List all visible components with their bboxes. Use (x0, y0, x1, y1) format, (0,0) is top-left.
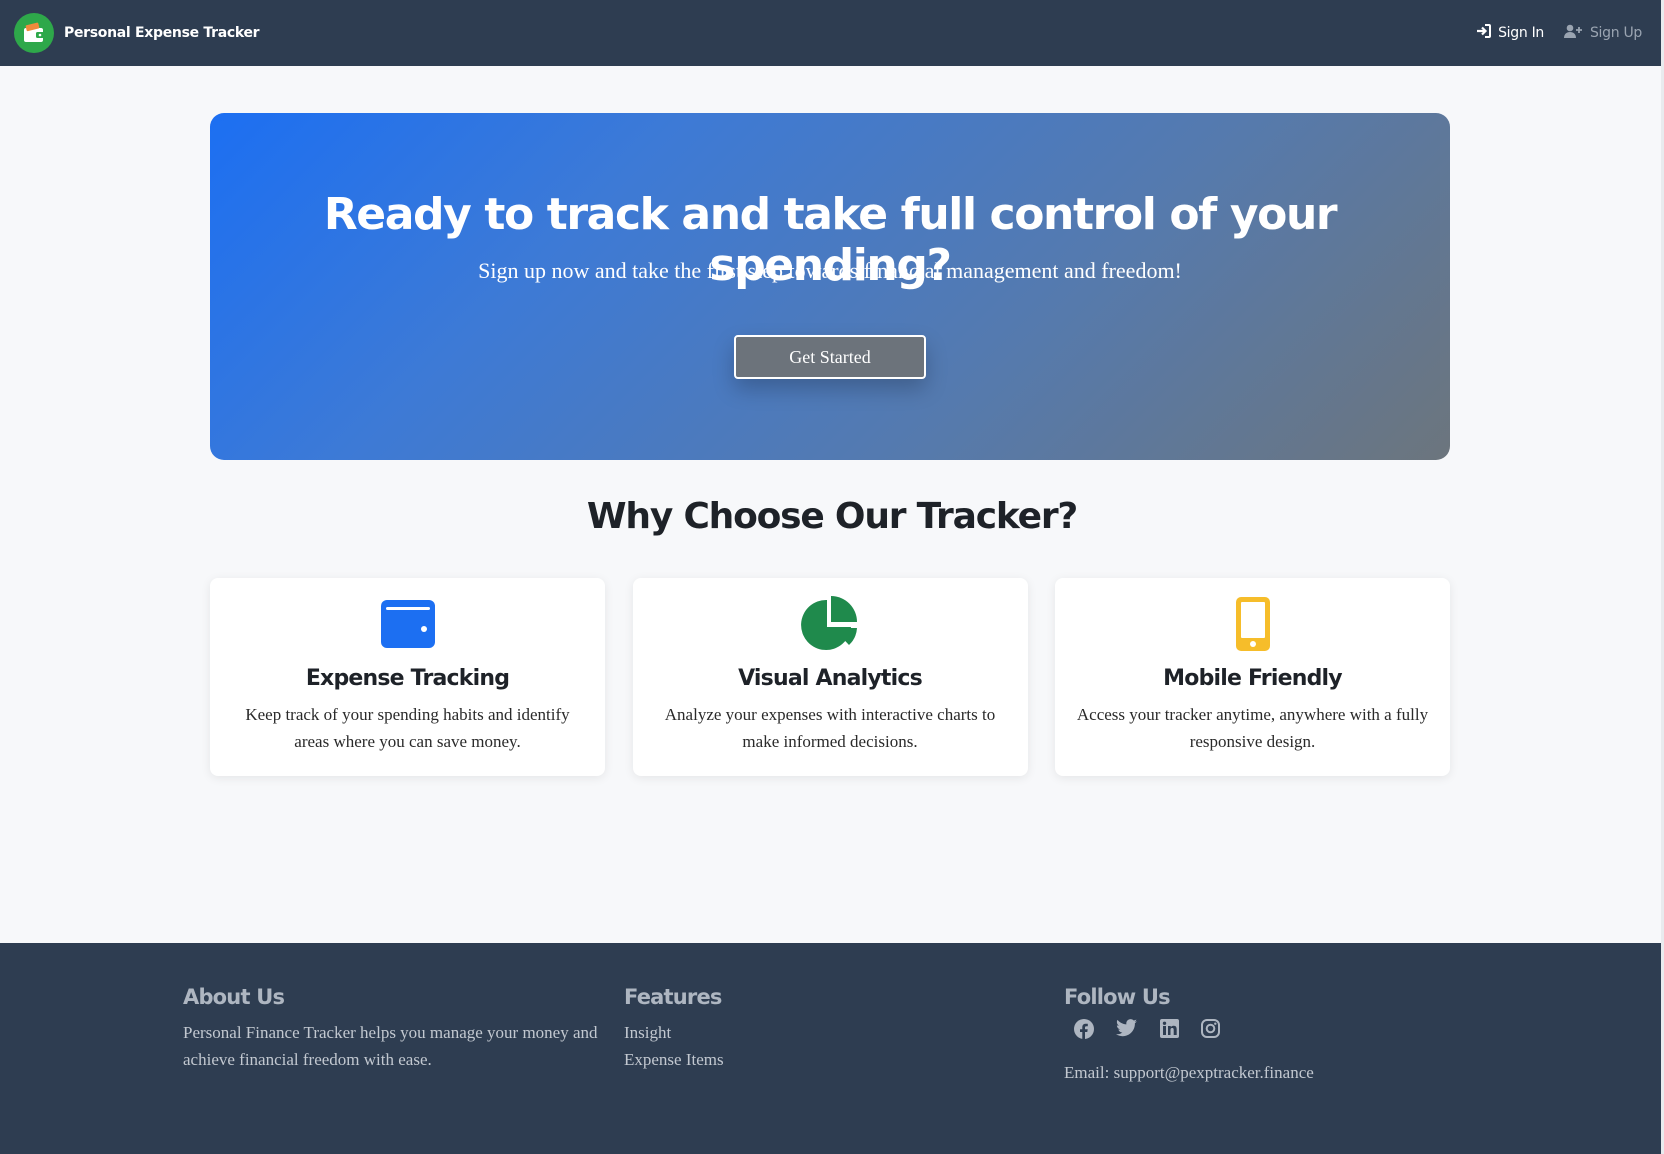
top-navbar: Personal Expense Tracker Sign In Sign Up (0, 0, 1664, 66)
feature-text: Access your tracker anytime, anywhere wi… (1076, 705, 1429, 751)
facebook-icon[interactable] (1074, 1019, 1094, 1039)
footer-features-title: Features (624, 985, 722, 1009)
auth-nav: Sign In Sign Up (1476, 24, 1642, 42)
brand-link[interactable]: Personal Expense Tracker (14, 13, 260, 53)
footer-link-insight[interactable]: Insight (624, 1019, 724, 1046)
sign-in-icon (1476, 24, 1492, 42)
feature-title: Visual Analytics (738, 666, 923, 691)
brand-name: Personal Expense Tracker (64, 25, 260, 41)
signup-label: Sign Up (1589, 25, 1642, 41)
user-plus-icon (1563, 24, 1583, 42)
footer-features: Features Insight Expense Items (624, 985, 724, 1073)
instagram-icon[interactable] (1201, 1019, 1220, 1039)
signup-link[interactable]: Sign Up (1563, 24, 1642, 42)
hero-banner: Ready to track and take full control of … (210, 113, 1450, 460)
signin-label: Sign In (1498, 25, 1544, 41)
hero-subtitle: Sign up now and take the first step towa… (478, 258, 1182, 283)
twitter-icon[interactable] (1116, 1019, 1138, 1039)
footer-follow: Follow Us Email: support@pexptracker.fin… (1064, 985, 1314, 1083)
feature-title: Mobile Friendly (1163, 666, 1342, 691)
feature-text: Keep track of your spending habits and i… (245, 705, 570, 751)
linkedin-icon[interactable] (1160, 1019, 1179, 1039)
feature-card-visual-analytics: Visual Analytics Analyze your expenses w… (632, 578, 1028, 776)
feature-cards: Expense Tracking Keep track of your spen… (210, 578, 1450, 776)
wallet-icon (210, 596, 605, 652)
get-started-button[interactable]: Get Started (734, 335, 926, 379)
footer-about-text: Personal Finance Tracker helps you manag… (183, 1023, 598, 1069)
feature-text: Analyze your expenses with interactive c… (664, 705, 996, 751)
wallet-logo-icon (14, 13, 54, 53)
features-title: Why Choose Our Tracker? (586, 496, 1078, 537)
footer-about-title: About Us (183, 985, 285, 1009)
footer-about: About Us Personal Finance Tracker helps … (183, 985, 603, 1073)
feature-title: Expense Tracking (305, 666, 510, 691)
feature-card-mobile-friendly: Mobile Friendly Access your tracker anyt… (1055, 578, 1450, 776)
signin-link[interactable]: Sign In (1476, 24, 1544, 42)
footer-follow-title: Follow Us (1064, 985, 1171, 1009)
mobile-phone-icon (1055, 596, 1450, 652)
social-links (1074, 1019, 1314, 1039)
footer-link-expense-items[interactable]: Expense Items (624, 1046, 724, 1073)
feature-card-expense-tracking: Expense Tracking Keep track of your spen… (210, 578, 605, 776)
support-email: Email: support@pexptracker.finance (1064, 1063, 1314, 1082)
page-footer: About Us Personal Finance Tracker helps … (0, 943, 1664, 1154)
pie-chart-icon (633, 596, 1028, 652)
